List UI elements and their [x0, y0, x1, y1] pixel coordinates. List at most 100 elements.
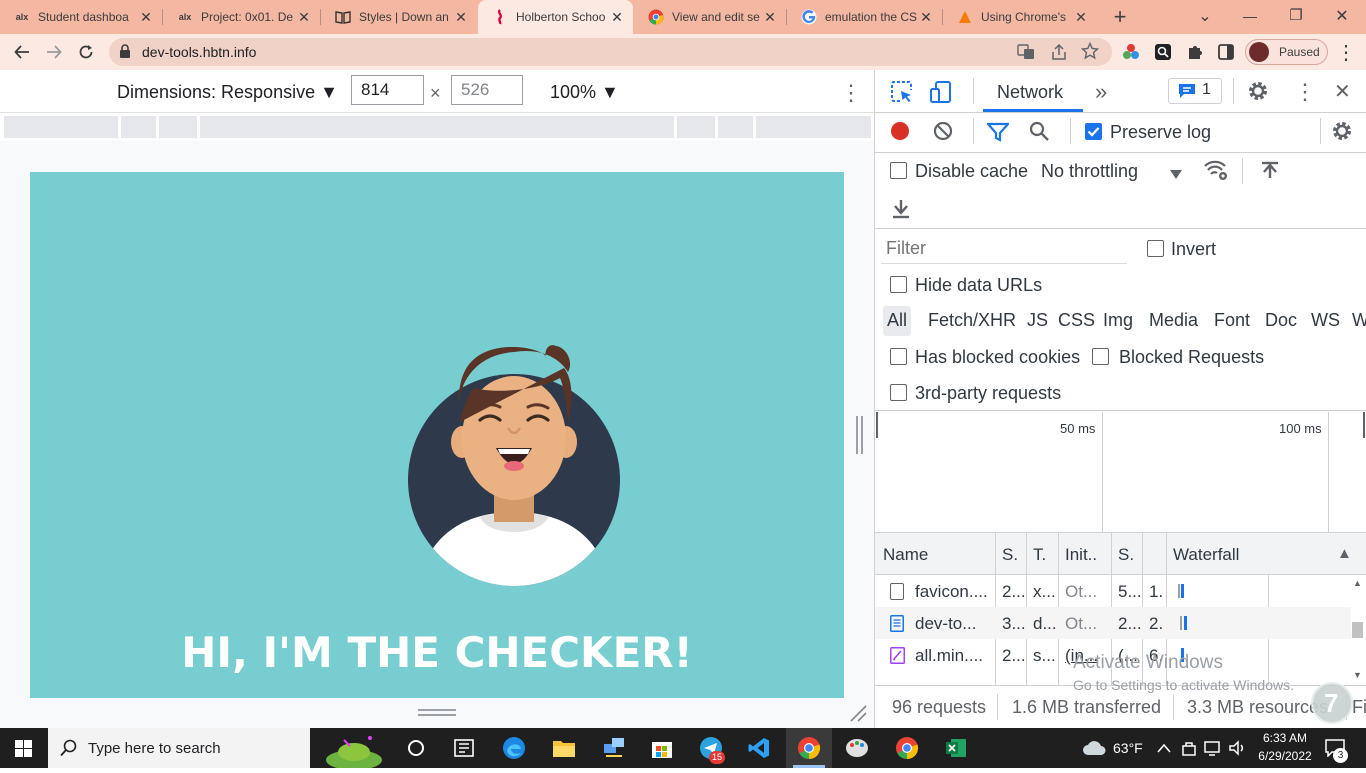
hide-data-urls-checkbox[interactable] [890, 276, 907, 293]
filter-type-media[interactable]: Media [1149, 310, 1198, 331]
network-tray-icon[interactable] [1204, 740, 1222, 761]
device-toggle-icon[interactable] [930, 81, 952, 108]
lens-extension-icon[interactable] [1151, 40, 1175, 64]
column-initiator[interactable]: Init.. [1065, 545, 1097, 565]
side-panel-icon[interactable] [1214, 40, 1238, 64]
show-hidden-icons-chevron[interactable] [1157, 740, 1171, 758]
filter-type-img[interactable]: Img [1103, 310, 1133, 331]
tab-network[interactable]: Network [997, 82, 1063, 103]
extensions-puzzle-icon[interactable] [1183, 40, 1207, 64]
table-row[interactable]: dev-to... 3... d... Ot... 2... 2. [875, 607, 1351, 639]
file-explorer-icon[interactable] [550, 734, 578, 762]
filter-type-css[interactable]: CSS [1058, 310, 1095, 331]
close-tab-icon[interactable]: ✕ [453, 9, 469, 26]
browser-menu-button[interactable]: ⋮ [1334, 40, 1358, 64]
tab-project[interactable]: alx Project: 0x01. De ✕ [163, 0, 320, 34]
column-waterfall[interactable]: Waterfall [1173, 545, 1239, 565]
tab-styles[interactable]: Styles | Down an ✕ [321, 0, 477, 34]
tab-view-edit[interactable]: View and edit se ✕ [634, 0, 786, 34]
taskbar-search-box[interactable]: Type here to search [48, 728, 382, 770]
column-name[interactable]: Name [883, 545, 928, 565]
close-tab-icon[interactable]: ✕ [762, 9, 778, 26]
close-window-button[interactable]: ✕ [1330, 6, 1354, 26]
tab-using-chrome[interactable]: Using Chrome's ✕ [943, 0, 1097, 34]
network-settings-gear-icon[interactable] [1331, 120, 1353, 147]
address-bar[interactable]: dev-tools.hbtn.info [109, 38, 1112, 66]
sort-ascending-icon[interactable]: ▲ [1337, 545, 1352, 562]
table-row[interactable]: favicon.... 2... x... Ot... 5... 1. [875, 575, 1351, 607]
device-toolbar-more-button[interactable]: ⋮ [840, 80, 862, 106]
chrome-taskbar-icon[interactable] [795, 734, 823, 762]
volume-tray-icon[interactable] [1228, 739, 1246, 762]
table-scrollbar-thumb[interactable] [1352, 622, 1363, 638]
restore-button[interactable]: ❐ [1284, 6, 1308, 24]
search-icon[interactable] [1029, 121, 1049, 146]
tab-student-dashboard[interactable]: alx Student dashboa ✕ [0, 0, 162, 34]
widgets-icon[interactable] [450, 734, 478, 762]
blocked-requests-checkbox[interactable] [1092, 348, 1109, 365]
overview-right-handle[interactable] [1363, 412, 1365, 438]
settings-gear-icon[interactable] [1247, 80, 1269, 107]
minimize-button[interactable]: — [1238, 8, 1262, 24]
translate-icon[interactable] [1017, 43, 1035, 66]
microsoft-store-icon[interactable] [648, 734, 676, 762]
filter-funnel-icon[interactable] [985, 122, 1011, 147]
edge-icon[interactable] [500, 734, 528, 762]
scroll-down-arrow[interactable]: ▼ [1353, 670, 1362, 680]
close-tab-icon[interactable]: ✕ [609, 9, 625, 26]
filter-type-ws[interactable]: WS [1311, 310, 1340, 331]
column-type[interactable]: T. [1033, 545, 1046, 565]
media-query-segment[interactable] [159, 116, 197, 138]
preserve-log-label[interactable]: Preserve log [1110, 122, 1211, 143]
tab-holberton-active[interactable]: Holberton Schoo ✕ [478, 0, 633, 34]
disable-cache-label[interactable]: Disable cache [915, 161, 1028, 182]
security-tray-icon[interactable] [1181, 740, 1197, 761]
filter-type-js[interactable]: JS [1027, 310, 1048, 331]
inspect-element-icon[interactable] [891, 81, 913, 108]
color-extension-icon[interactable] [1119, 40, 1143, 64]
network-conditions-icon[interactable] [1203, 159, 1229, 186]
media-query-segment[interactable] [200, 116, 674, 138]
filter-type-wasm[interactable]: W [1352, 310, 1366, 331]
filter-type-font[interactable]: Font [1214, 310, 1250, 331]
tab-search-button[interactable]: ⌄ [1193, 6, 1217, 26]
third-party-checkbox[interactable] [890, 384, 907, 401]
forward-button[interactable] [42, 40, 66, 64]
overview-left-handle[interactable] [876, 412, 878, 438]
scroll-up-arrow[interactable]: ▲ [1353, 578, 1362, 588]
media-query-segment[interactable] [756, 116, 871, 138]
weather-cloud-icon[interactable] [1082, 739, 1106, 762]
vscode-icon[interactable] [745, 734, 773, 762]
column-status[interactable]: S. [1002, 545, 1018, 565]
zoom-dropdown[interactable]: 100% ▼ [550, 82, 619, 103]
hide-data-urls-label[interactable]: Hide data URLs [915, 275, 1042, 296]
weather-temp[interactable]: 63°F [1113, 740, 1143, 756]
throttling-select[interactable]: No throttling [1041, 161, 1138, 182]
filter-type-all[interactable]: All [887, 310, 907, 331]
bookmark-star-icon[interactable] [1080, 41, 1100, 65]
chevron-down-icon[interactable] [1170, 166, 1182, 184]
tray-time[interactable]: 6:33 AM [1255, 731, 1315, 745]
import-har-icon[interactable] [1261, 161, 1279, 186]
filter-type-doc[interactable]: Doc [1265, 310, 1297, 331]
tray-date[interactable]: 6/29/2022 [1255, 749, 1315, 763]
device-height-input[interactable] [451, 75, 523, 105]
issues-button[interactable]: 1 [1168, 78, 1222, 104]
network-admin-icon[interactable] [600, 734, 628, 762]
reload-button[interactable] [74, 40, 98, 64]
close-tab-icon[interactable]: ✕ [296, 9, 312, 26]
profile-button[interactable]: Paused [1245, 39, 1328, 65]
third-party-label[interactable]: 3rd-party requests [915, 383, 1061, 404]
more-tabs-button[interactable]: » [1095, 79, 1107, 105]
height-resize-handle[interactable] [418, 709, 456, 711]
disable-cache-checkbox[interactable] [890, 162, 907, 179]
corner-resize-handle[interactable] [849, 704, 867, 727]
windows-start-icon[interactable] [15, 740, 32, 762]
has-blocked-cookies-label[interactable]: Has blocked cookies [915, 347, 1080, 368]
clear-icon[interactable] [933, 121, 953, 146]
preserve-log-checkbox[interactable] [1085, 123, 1102, 140]
tab-emulation[interactable]: emulation the CS ✕ [787, 0, 942, 34]
width-resize-handle[interactable] [856, 416, 858, 454]
record-button[interactable] [891, 122, 909, 140]
media-query-segment[interactable] [121, 116, 156, 138]
